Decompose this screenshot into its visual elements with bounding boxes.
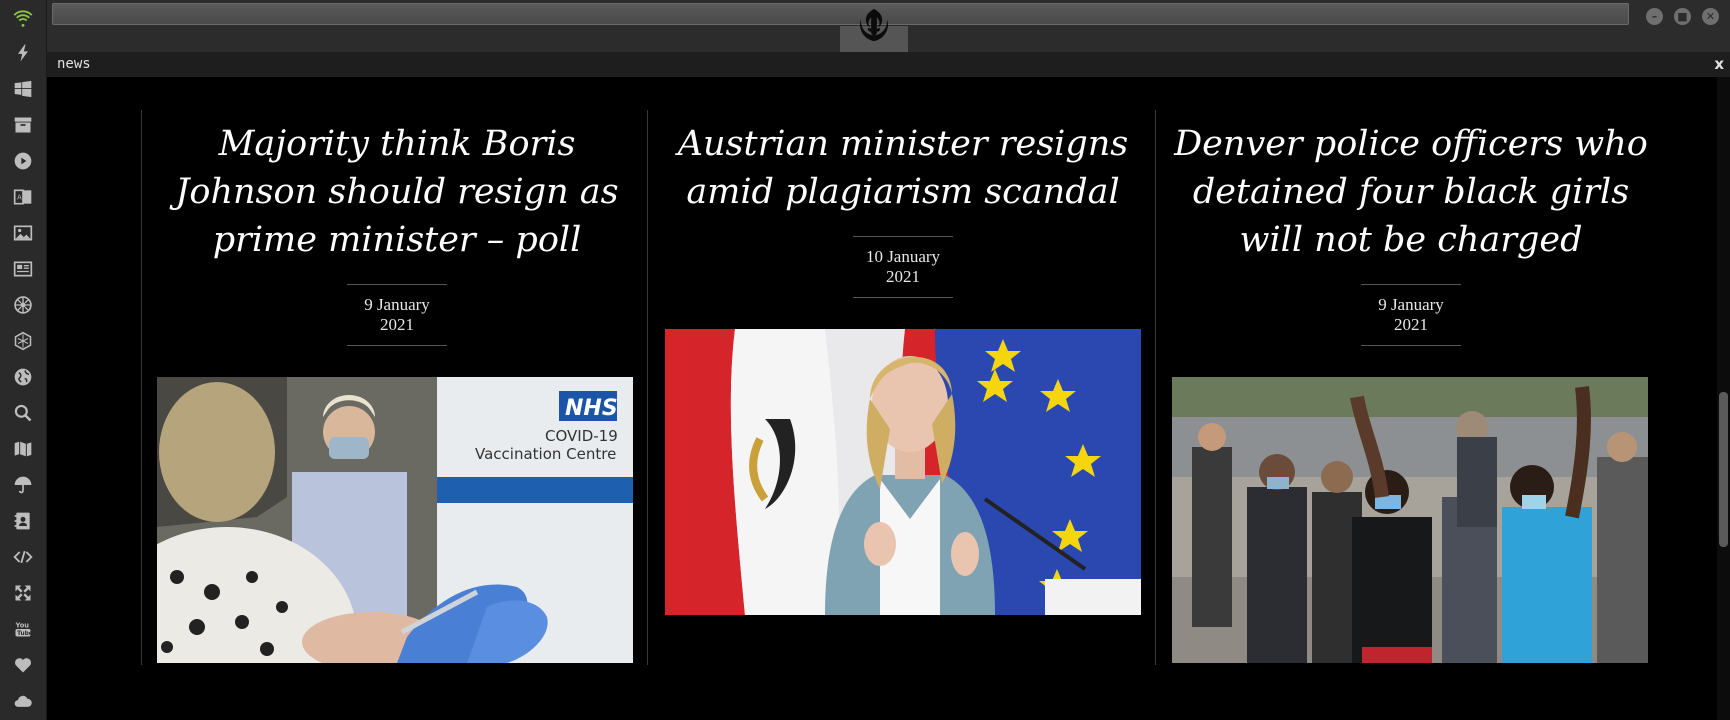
article-date: 9 January 2021 bbox=[347, 284, 447, 346]
protest-photo[interactable] bbox=[1172, 377, 1648, 663]
map-icon[interactable] bbox=[0, 432, 46, 466]
youtube-icon[interactable]: You Tube bbox=[0, 612, 46, 646]
panel-close-button[interactable]: x bbox=[1714, 55, 1724, 73]
desktop: A You Tube – ■ ✕ news x Majority think B… bbox=[0, 0, 1730, 720]
top-bar: – ■ ✕ bbox=[47, 0, 1730, 52]
news-feed: Majority think Boris Johnson should resi… bbox=[47, 77, 1717, 720]
sidebar: A You Tube bbox=[0, 0, 47, 720]
article-headline[interactable]: Majority think Boris Johnson should resi… bbox=[143, 110, 651, 264]
svg-text:Tube: Tube bbox=[17, 631, 33, 637]
article-headline[interactable]: Denver police officers who detained four… bbox=[1157, 110, 1665, 264]
scrollbar[interactable] bbox=[1717, 77, 1730, 720]
fullscreen-icon[interactable] bbox=[0, 576, 46, 610]
maximize-button[interactable]: ■ bbox=[1674, 8, 1691, 25]
vaccination-photo[interactable]: NHS COVID-19 Vaccination Centre bbox=[157, 377, 633, 663]
cloud-icon[interactable] bbox=[0, 684, 46, 718]
translate-icon[interactable]: A bbox=[0, 180, 46, 214]
play-icon[interactable] bbox=[0, 144, 46, 178]
minister-photo[interactable] bbox=[665, 329, 1141, 615]
svg-text:A: A bbox=[17, 194, 22, 202]
svg-text:NHS: NHS bbox=[565, 396, 618, 421]
lightning-icon[interactable] bbox=[0, 36, 46, 70]
article-date: 10 January 2021 bbox=[853, 236, 953, 298]
minimize-button[interactable]: – bbox=[1646, 8, 1663, 25]
panel-title: news bbox=[57, 56, 91, 72]
windows-icon[interactable] bbox=[0, 72, 46, 106]
search-icon[interactable] bbox=[0, 396, 46, 430]
article-date: 9 January 2021 bbox=[1361, 284, 1461, 346]
svg-text:Vaccination Centre: Vaccination Centre bbox=[475, 445, 616, 463]
empire-icon[interactable] bbox=[0, 288, 46, 322]
code-icon[interactable] bbox=[0, 540, 46, 574]
svg-text:You: You bbox=[15, 621, 30, 629]
address-bar[interactable] bbox=[52, 3, 1629, 25]
address-book-icon[interactable] bbox=[0, 504, 46, 538]
wifi-icon[interactable] bbox=[0, 1, 46, 35]
globe-icon[interactable] bbox=[0, 360, 46, 394]
umbrella-icon[interactable] bbox=[0, 468, 46, 502]
article-card[interactable]: Majority think Boris Johnson should resi… bbox=[143, 110, 651, 346]
article-card[interactable]: Austrian minister resigns amid plagiaris… bbox=[649, 110, 1157, 298]
heart-icon[interactable] bbox=[0, 648, 46, 682]
panel-header: news x bbox=[47, 52, 1730, 77]
archive-icon[interactable] bbox=[0, 108, 46, 142]
close-button[interactable]: ✕ bbox=[1702, 8, 1719, 25]
image-icon[interactable] bbox=[0, 216, 46, 250]
newspaper-icon[interactable] bbox=[0, 252, 46, 286]
svg-text:COVID-19: COVID-19 bbox=[545, 427, 618, 445]
column-divider bbox=[141, 110, 142, 665]
article-card[interactable]: Denver police officers who detained four… bbox=[1157, 110, 1665, 346]
scrollbar-thumb[interactable] bbox=[1719, 392, 1728, 547]
article-headline[interactable]: Austrian minister resigns amid plagiaris… bbox=[649, 110, 1157, 216]
rebel-alliance-icon bbox=[855, 6, 893, 44]
hexagon-icon[interactable] bbox=[0, 324, 46, 358]
